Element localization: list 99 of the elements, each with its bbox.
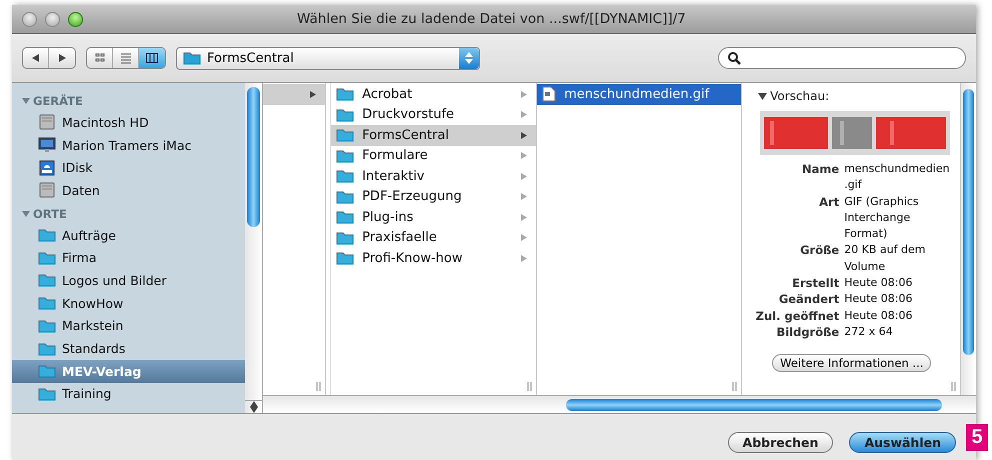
folder-icon <box>38 386 56 401</box>
file-list-item[interactable]: Interaktiv <box>331 166 536 186</box>
folder-icon <box>336 210 354 224</box>
search-icon <box>727 51 741 65</box>
info-label: Geändert <box>778 291 840 308</box>
more-info-button[interactable]: Weitere Informationen ... <box>772 354 932 372</box>
chevron-right-icon <box>520 130 528 140</box>
chevron-right-icon <box>520 192 528 202</box>
chevron-right-icon <box>520 110 528 120</box>
folder-icon <box>336 128 354 142</box>
disclosure-icon <box>22 97 30 105</box>
folder-icon <box>38 273 56 288</box>
file-list-item[interactable]: menschundmedien.gif <box>537 84 742 104</box>
document-icon <box>542 86 556 102</box>
folder-icon <box>336 230 354 245</box>
dialog-button[interactable]: Auswählen <box>849 432 956 452</box>
folder-icon <box>183 51 201 65</box>
sidebar-item[interactable]: KnowHow <box>12 292 245 314</box>
info-label: Art <box>818 194 840 211</box>
info-value: Heute 08:06 <box>844 275 914 292</box>
folder-icon <box>38 250 56 265</box>
sidebar-item[interactable]: MEV-Verlag <box>12 360 245 383</box>
sidebar-item[interactable]: Aufträge <box>12 224 245 246</box>
file-list-item[interactable]: Druckvorstufe <box>331 104 536 125</box>
folder-icon <box>38 228 56 242</box>
info-value: 20 KB auf dem Volume <box>844 242 926 275</box>
right-triangle-icon <box>57 53 67 63</box>
info-value: Heute 08:06 <box>844 308 914 324</box>
stepper-icon <box>459 48 479 68</box>
folder-icon <box>336 190 354 204</box>
info-label: Name <box>801 161 840 178</box>
grid-icon <box>94 52 106 64</box>
chevron-right-icon <box>309 90 318 99</box>
chevron-right-icon <box>520 254 528 263</box>
resize-grip-icon[interactable] <box>527 382 532 391</box>
file-list-item[interactable]: Plug-ins <box>331 207 536 228</box>
folder-icon <box>336 148 354 163</box>
sidebar-item[interactable]: Macintosh HD <box>12 111 245 134</box>
sidebar-item[interactable]: IDisk <box>12 156 245 180</box>
scroll-down-icon[interactable] <box>250 407 258 413</box>
vertical-scrollbar[interactable] <box>961 83 976 395</box>
location-popup[interactable]: FormsCentral <box>176 46 480 70</box>
file-list-item[interactable]: PDF-Erzeugung <box>331 186 536 207</box>
file-list-item[interactable]: Profi-Know-how <box>331 248 536 268</box>
sidebar-item[interactable]: Standards <box>12 337 245 360</box>
chevron-right-icon <box>520 151 528 160</box>
info-label: Bildgröße <box>775 324 840 340</box>
resize-grip-icon[interactable] <box>951 382 956 391</box>
list-icon <box>120 52 132 64</box>
folder-icon <box>336 251 354 266</box>
close-button[interactable] <box>22 12 37 26</box>
info-value: 272 x 64 <box>844 324 894 340</box>
file-list-item[interactable]: Formulare <box>331 146 536 166</box>
callout-number: 5 <box>966 424 988 451</box>
sidebar-item[interactable]: Daten <box>12 179 245 202</box>
info-value: GIF (Graphics Interchange Format) <box>844 194 920 242</box>
resize-grip-icon[interactable] <box>316 382 322 391</box>
info-label: Erstellt <box>791 275 840 292</box>
folder-icon <box>336 108 354 122</box>
file-list-item[interactable]: Praxisfaelle <box>331 228 536 248</box>
file-list-item[interactable]: Acrobat <box>331 84 536 104</box>
folder-icon <box>38 364 56 378</box>
sidebar-item[interactable]: Logos und Bilder <box>12 269 245 292</box>
hard-drive-icon <box>38 114 56 130</box>
info-value: menschundmedien .gif <box>844 161 951 194</box>
horizontal-scrollbar[interactable] <box>263 395 976 413</box>
resize-grip-icon[interactable] <box>732 382 738 391</box>
columns-icon <box>146 52 158 64</box>
sidebar-item[interactable]: Marion Tramers iMac <box>12 134 245 156</box>
disclosure-icon <box>22 210 30 218</box>
columns-view-button[interactable] <box>139 48 165 68</box>
sidebar-item[interactable]: Training <box>12 382 245 406</box>
folder-icon <box>336 87 354 102</box>
chevron-right-icon <box>520 212 528 222</box>
sidebar-item[interactable]: Firma <box>12 246 245 270</box>
chevron-right-icon <box>520 172 528 181</box>
folder-icon <box>38 318 56 333</box>
dialog-button[interactable]: Abbrechen <box>728 432 834 452</box>
zoom-button[interactable] <box>68 12 83 26</box>
left-triangle-icon <box>30 53 40 63</box>
sidebar-item[interactable]: Markstein <box>12 314 245 338</box>
folder-icon <box>336 169 354 184</box>
monitor-icon <box>38 137 56 154</box>
info-label: Zul. geöffnet <box>754 308 840 324</box>
scroll-up-icon[interactable] <box>250 401 258 407</box>
disclosure-icon <box>758 92 768 100</box>
folder-icon <box>38 342 56 356</box>
info-value: Heute 08:06 <box>844 291 914 308</box>
search-field[interactable] <box>718 47 966 69</box>
file-list-item[interactable]: FormsCentral <box>331 125 536 146</box>
chevron-right-icon <box>520 90 528 99</box>
info-label: Größe <box>799 242 840 260</box>
chevron-right-icon <box>520 233 528 242</box>
sidebar-scrollbar[interactable] <box>245 83 263 413</box>
folder-icon <box>38 296 56 310</box>
hard-drive-icon <box>38 182 56 198</box>
window-title: Wählen Sie die zu ladende Datei von ...swf/[[DYNAMIC]]/7 <box>297 11 686 27</box>
minimize-button[interactable] <box>45 12 60 26</box>
preview-header[interactable]: Vorschau: <box>758 89 960 103</box>
